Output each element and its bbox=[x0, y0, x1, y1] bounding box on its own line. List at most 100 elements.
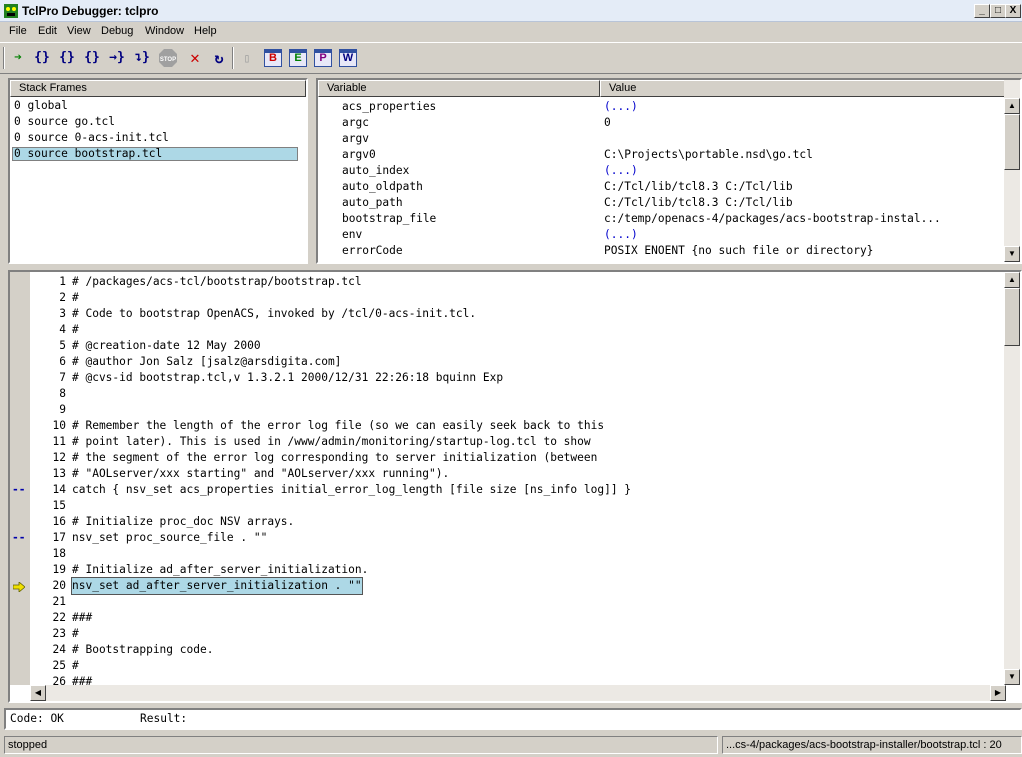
toolbar-grip bbox=[3, 47, 5, 69]
stack-frame-row[interactable]: 0 global bbox=[14, 99, 68, 113]
step-over-icon[interactable]: {} bbox=[57, 48, 77, 68]
variable-name[interactable]: auto_index bbox=[342, 163, 409, 179]
current-line-arrow-icon bbox=[12, 581, 26, 597]
code-text: # bbox=[72, 323, 79, 336]
line-number: 16 bbox=[52, 515, 66, 528]
run-icon[interactable]: ➔ bbox=[8, 48, 28, 68]
code-coverage-icon[interactable]: ▯ bbox=[237, 48, 257, 68]
menu-bar: File Edit View Debug Window Help bbox=[0, 22, 1022, 41]
menu-window[interactable]: Window bbox=[145, 25, 184, 37]
line-number: 6 bbox=[59, 355, 66, 368]
variable-value[interactable]: c:/temp/openacs-4/packages/acs-bootstrap… bbox=[604, 211, 941, 227]
code-text: catch { nsv_set acs_properties initial_e… bbox=[72, 483, 632, 496]
variable-name[interactable]: argv0 bbox=[342, 147, 376, 163]
source-code-panel: 1 # /packages/acs-tcl/bootstrap/bootstrap… bbox=[8, 270, 1022, 703]
stack-frame-row[interactable]: 0 source go.tcl bbox=[14, 115, 115, 129]
code-text: nsv_set proc_source_file . "" bbox=[72, 531, 268, 544]
scroll-down-icon[interactable]: ▼ bbox=[1004, 669, 1020, 685]
procedures-window-icon[interactable]: P bbox=[314, 49, 332, 67]
minimize-button[interactable]: _ bbox=[974, 4, 990, 18]
menu-view[interactable]: View bbox=[67, 25, 91, 37]
line-number: 23 bbox=[52, 627, 66, 640]
scroll-down-icon[interactable]: ▼ bbox=[1004, 246, 1020, 262]
scroll-up-icon[interactable]: ▲ bbox=[1004, 98, 1020, 114]
variable-name[interactable]: errorCode bbox=[342, 243, 403, 259]
code-text: ### bbox=[72, 611, 93, 624]
variable-value[interactable]: (...) bbox=[604, 99, 638, 115]
line-number: 21 bbox=[52, 595, 66, 608]
variables-panel: Variable Value acs_properties (...) argc 0 a… bbox=[316, 78, 1022, 264]
step-to-result-icon[interactable]: →} bbox=[107, 48, 127, 68]
code-value: OK bbox=[50, 712, 64, 725]
step-in-icon[interactable]: {} bbox=[32, 48, 52, 68]
watch-variables-icon[interactable]: W bbox=[339, 49, 357, 67]
scroll-left-icon[interactable]: ◀ bbox=[30, 685, 46, 701]
menu-edit[interactable]: Edit bbox=[38, 25, 57, 37]
code-text: # bbox=[72, 659, 79, 672]
variable-value[interactable]: 0 bbox=[604, 115, 611, 131]
stack-frame-row-selected[interactable]: 0 source bootstrap.tcl bbox=[12, 147, 298, 161]
variables-scrollbar[interactable]: ▲ ▼ bbox=[1004, 80, 1020, 262]
line-number: 2 bbox=[59, 291, 66, 304]
scroll-thumb[interactable] bbox=[1004, 114, 1020, 170]
variable-value[interactable]: (...) bbox=[604, 227, 638, 243]
code-horizontal-scrollbar[interactable]: ◀ ▶ bbox=[30, 685, 1006, 701]
status-file-text: ...cs-4/packages/acs-bootstrap-installer… bbox=[726, 739, 1002, 751]
breakpoint-gutter[interactable] bbox=[10, 272, 30, 685]
app-icon bbox=[4, 4, 18, 18]
line-number: 3 bbox=[59, 307, 66, 320]
variable-name[interactable]: argv bbox=[342, 131, 369, 147]
line-number: 14 bbox=[52, 483, 66, 496]
variable-name[interactable]: bootstrap_file bbox=[342, 211, 436, 227]
code-text: # Initialize proc_doc NSV arrays. bbox=[72, 515, 295, 528]
variable-column-header[interactable]: Variable bbox=[318, 80, 600, 97]
line-number: 17 bbox=[52, 531, 66, 544]
scroll-up-icon[interactable]: ▲ bbox=[1004, 272, 1020, 288]
stack-frames-panel: Stack Frames 0 global 0 source go.tcl 0 … bbox=[8, 78, 308, 264]
eval-console-icon[interactable]: E bbox=[289, 49, 307, 67]
breakpoints-window-icon[interactable]: B bbox=[264, 49, 282, 67]
run-to-cursor-icon[interactable]: ↴} bbox=[132, 48, 152, 68]
variable-name[interactable]: env bbox=[342, 227, 362, 243]
stop-icon[interactable]: STOP bbox=[158, 48, 178, 68]
close-button[interactable]: X bbox=[1005, 4, 1021, 18]
code-text: # bbox=[72, 627, 79, 640]
stack-frame-row[interactable]: 0 source 0-acs-init.tcl bbox=[14, 131, 169, 145]
variable-value[interactable]: C:\Projects\portable.nsd\go.tcl bbox=[604, 147, 813, 163]
code-vertical-scrollbar[interactable]: ▲ ▼ bbox=[1004, 272, 1020, 685]
value-column-header[interactable]: Value bbox=[600, 80, 1006, 97]
restart-icon[interactable]: ↻ bbox=[209, 48, 229, 68]
stack-frames-header[interactable]: Stack Frames bbox=[10, 80, 306, 97]
line-number: 13 bbox=[52, 467, 66, 480]
line-number: 11 bbox=[52, 435, 66, 448]
line-number: 18 bbox=[52, 547, 66, 560]
variable-name[interactable]: argc bbox=[342, 115, 369, 131]
code-text: # Initialize ad_after_server_initializat… bbox=[72, 563, 369, 576]
maximize-button[interactable]: □ bbox=[990, 4, 1006, 18]
line-number: 20 bbox=[52, 579, 66, 592]
kill-icon[interactable]: ✕ bbox=[185, 48, 205, 68]
variable-name[interactable]: auto_oldpath bbox=[342, 179, 423, 195]
scroll-thumb[interactable] bbox=[1004, 288, 1020, 346]
variable-value[interactable]: POSIX ENOENT {no such file or directory} bbox=[604, 243, 873, 259]
variable-name[interactable]: auto_path bbox=[342, 195, 403, 211]
code-text: # /packages/acs-tcl/bootstrap/bootstrap.… bbox=[72, 275, 362, 288]
breakpoint-marker-icon[interactable]: -- bbox=[12, 482, 25, 498]
menu-debug[interactable]: Debug bbox=[101, 25, 133, 37]
svg-text:STOP: STOP bbox=[160, 57, 176, 63]
menu-file[interactable]: File bbox=[9, 25, 27, 37]
variable-value[interactable]: C:/Tcl/lib/tcl8.3 C:/Tcl/lib bbox=[604, 195, 793, 211]
toolbar-separator bbox=[232, 47, 234, 69]
step-out-icon[interactable]: {} bbox=[82, 48, 102, 68]
line-number: 15 bbox=[52, 499, 66, 512]
scroll-right-icon[interactable]: ▶ bbox=[990, 685, 1006, 701]
variable-value[interactable]: (...) bbox=[604, 163, 638, 179]
breakpoint-marker-icon[interactable]: -- bbox=[12, 530, 25, 546]
line-number: 1 bbox=[59, 275, 66, 288]
variable-value[interactable]: C:/Tcl/lib/tcl8.3 C:/Tcl/lib bbox=[604, 179, 793, 195]
variable-name[interactable]: acs_properties bbox=[342, 99, 436, 115]
line-number: 9 bbox=[59, 403, 66, 416]
result-bar: Code: OK Result: bbox=[4, 708, 1022, 730]
menu-help[interactable]: Help bbox=[194, 25, 217, 37]
code-text: # Remember the length of the error log f… bbox=[72, 419, 605, 432]
